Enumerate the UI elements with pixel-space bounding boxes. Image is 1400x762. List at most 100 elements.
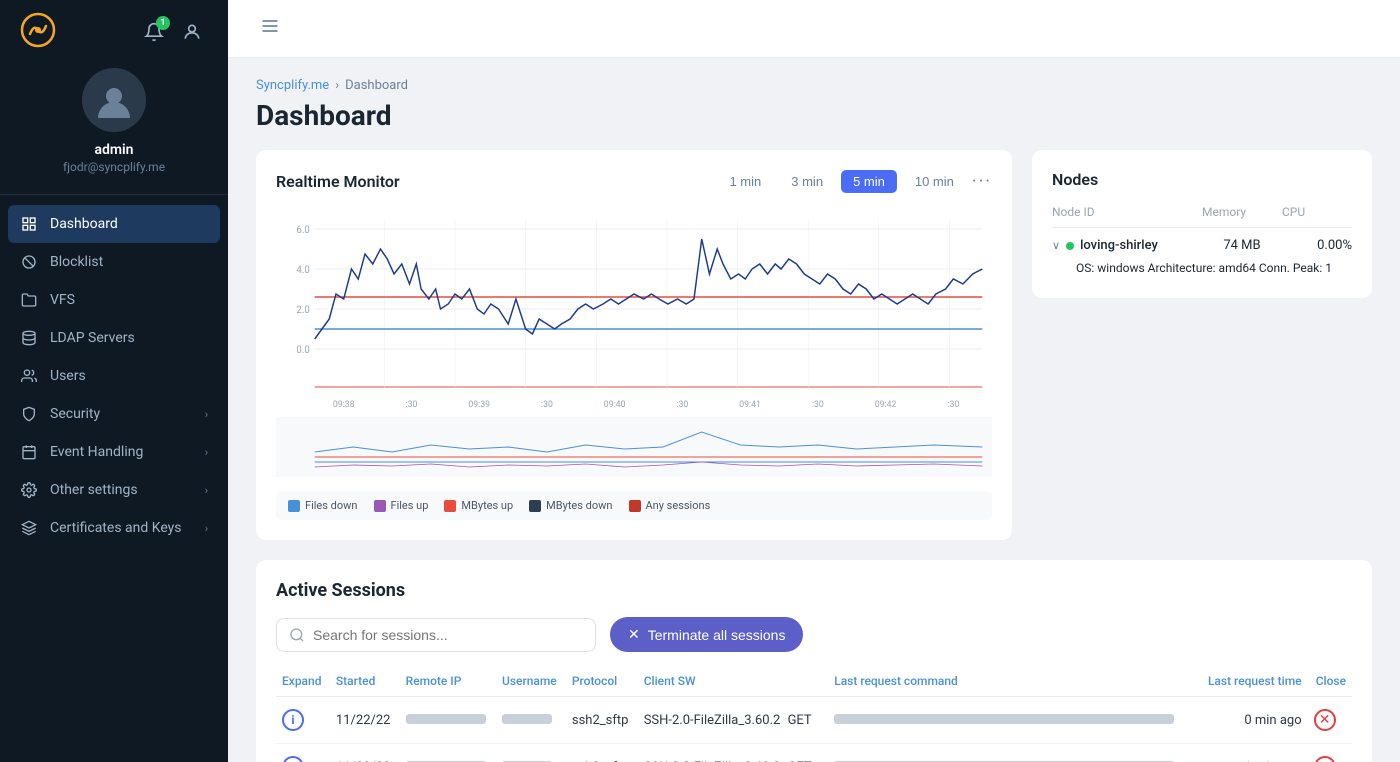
monitor-title: Realtime Monitor bbox=[276, 172, 400, 191]
legend-label-any-sessions: Any sessions bbox=[646, 499, 711, 512]
sidebar-item-blocklist[interactable]: Blocklist bbox=[0, 243, 228, 281]
col-protocol: Protocol bbox=[566, 666, 638, 697]
terminate-all-button[interactable]: ✕ Terminate all sessions bbox=[610, 617, 803, 652]
more-options-button[interactable]: ··· bbox=[972, 171, 992, 192]
row1-started: 11/22/22 bbox=[330, 697, 400, 744]
sidebar-item-certificates[interactable]: Certificates and Keys › bbox=[0, 509, 228, 547]
col-expand: Expand bbox=[276, 666, 330, 697]
sidebar-item-users[interactable]: Users bbox=[0, 357, 228, 395]
search-icon bbox=[289, 627, 305, 643]
dashboard-icon bbox=[20, 215, 38, 233]
time-btn-5min[interactable]: 5 min bbox=[841, 170, 897, 193]
legend-dot-files-down bbox=[288, 500, 300, 512]
row2-ip bbox=[400, 744, 496, 762]
sessions-table-body: i 11/22/22 ssh2_sftp SSH-2.0-FileZilla_3… bbox=[276, 697, 1352, 762]
legend-label-mbytes-up: MBytes up bbox=[461, 499, 513, 512]
time-btn-10min[interactable]: 10 min bbox=[903, 170, 966, 193]
chevron-right-icon2: › bbox=[205, 446, 208, 459]
vfs-icon bbox=[20, 291, 38, 309]
svg-text:4.0: 4.0 bbox=[296, 265, 309, 276]
col-last-cmd: Last request command bbox=[828, 666, 1197, 697]
active-sessions-card: Active Sessions ✕ Terminate all sessions bbox=[256, 560, 1372, 762]
node-arch-label: Architecture: bbox=[1148, 261, 1219, 275]
main-content: Syncplify.me › Dashboard Dashboard Realt… bbox=[228, 0, 1400, 762]
profile-button[interactable] bbox=[176, 16, 208, 48]
svg-text::30: :30 bbox=[541, 400, 553, 409]
row1-expand: i bbox=[276, 697, 330, 744]
sidebar-label-blocklist: Blocklist bbox=[50, 254, 208, 270]
search-input[interactable] bbox=[313, 627, 583, 643]
expand-icon-row1[interactable]: i bbox=[282, 709, 304, 731]
legend-dot-files-up bbox=[374, 500, 386, 512]
notifications-button[interactable]: 1 bbox=[138, 16, 170, 48]
time-btn-3min[interactable]: 3 min bbox=[779, 170, 835, 193]
node-expand-chevron[interactable]: ∨ bbox=[1052, 239, 1060, 252]
expand-icon-row2[interactable]: i bbox=[282, 756, 304, 762]
svg-text::30: :30 bbox=[947, 400, 959, 409]
sidebar-label-users: Users bbox=[50, 368, 208, 384]
legend-dot-mbytes-up bbox=[444, 500, 456, 512]
svg-text:09:41: 09:41 bbox=[739, 400, 761, 409]
svg-text:09:40: 09:40 bbox=[604, 400, 626, 409]
svg-text::30: :30 bbox=[406, 400, 418, 409]
row2-started: 11/22/22 bbox=[330, 744, 400, 762]
node-memory: 74 MB bbox=[1202, 238, 1282, 253]
page-title: Dashboard bbox=[256, 99, 1372, 132]
chevron-right-icon: › bbox=[205, 408, 208, 421]
col-last-time: Last request time bbox=[1197, 666, 1308, 697]
row1-last-time: 0 min ago bbox=[1197, 697, 1308, 744]
cert-icon bbox=[20, 519, 38, 537]
col-started: Started bbox=[330, 666, 400, 697]
sessions-header: Active Sessions bbox=[276, 580, 1352, 601]
monitor-header: Realtime Monitor 1 min 3 min 5 min 10 mi… bbox=[276, 170, 992, 193]
svg-text:6.0: 6.0 bbox=[296, 225, 309, 236]
sessions-controls: ✕ Terminate all sessions bbox=[276, 617, 1352, 652]
row2-last-time: 1 min ago bbox=[1197, 744, 1308, 762]
chevron-right-icon4: › bbox=[205, 522, 208, 535]
row2-username bbox=[496, 744, 566, 762]
hamburger-menu[interactable] bbox=[256, 12, 284, 45]
node-arch-value: amd64 bbox=[1219, 261, 1256, 275]
row2-client-sw: SSH-2.0-FileZilla_3.60.2 GET bbox=[638, 744, 829, 762]
time-btn-1min[interactable]: 1 min bbox=[717, 170, 773, 193]
terminate-x-icon: ✕ bbox=[628, 626, 640, 643]
sidebar-item-dashboard[interactable]: Dashboard bbox=[8, 205, 220, 243]
svg-text:09:42: 09:42 bbox=[875, 400, 897, 409]
settings-icon bbox=[20, 481, 38, 499]
users-icon bbox=[20, 367, 38, 385]
col-client-sw: Client SW bbox=[638, 666, 829, 697]
sessions-table: Expand Started Remote IP Username Protoc… bbox=[276, 666, 1352, 762]
row2-expand: i bbox=[276, 744, 330, 762]
sidebar-item-event-handling[interactable]: Event Handling › bbox=[0, 433, 228, 471]
row1-last-cmd bbox=[828, 697, 1197, 744]
col-close: Close bbox=[1308, 666, 1352, 697]
legend-mbytes-up: MBytes up bbox=[444, 499, 513, 512]
sidebar-item-other-settings[interactable]: Other settings › bbox=[0, 471, 228, 509]
sidebar-label-certificates: Certificates and Keys bbox=[50, 520, 193, 536]
sidebar-label-ldap: LDAP Servers bbox=[50, 330, 208, 346]
notification-badge: 1 bbox=[156, 16, 170, 30]
legend-dot-any-sessions bbox=[629, 500, 641, 512]
node-conn-label: Conn. Peak: bbox=[1259, 261, 1325, 275]
close-btn-row2[interactable]: ✕ bbox=[1314, 756, 1336, 762]
sidebar-item-ldap[interactable]: LDAP Servers bbox=[0, 319, 228, 357]
sidebar-item-security[interactable]: Security › bbox=[0, 395, 228, 433]
sidebar-user-info: admin fjodr@syncplify.me bbox=[0, 52, 228, 195]
search-bar[interactable] bbox=[276, 618, 596, 652]
security-icon bbox=[20, 405, 38, 423]
svg-text:0.0: 0.0 bbox=[296, 345, 309, 356]
nodes-table-header: Node ID Memory CPU bbox=[1052, 205, 1352, 228]
node-name: loving-shirley bbox=[1080, 238, 1158, 253]
breadcrumb-parent[interactable]: Syncplify.me bbox=[256, 78, 329, 93]
nodes-title: Nodes bbox=[1052, 170, 1352, 189]
node-conn-value: 1 bbox=[1325, 261, 1332, 275]
node-row: ∨ loving-shirley 74 MB 0.00% OS: windows… bbox=[1052, 238, 1352, 278]
sidebar: 1 admin fjodr@syncplify.me bbox=[0, 0, 228, 762]
realtime-monitor-card: Realtime Monitor 1 min 3 min 5 min 10 mi… bbox=[256, 150, 1012, 540]
breadcrumb-current: Dashboard bbox=[345, 78, 408, 93]
terminate-btn-label: Terminate all sessions bbox=[648, 627, 786, 643]
close-btn-row1[interactable]: ✕ bbox=[1314, 709, 1336, 731]
sidebar-item-vfs[interactable]: VFS bbox=[0, 281, 228, 319]
row1-client-sw-text: SSH-2.0-FileZilla_3.60.2 bbox=[644, 713, 781, 728]
row1-client-sw: SSH-2.0-FileZilla_3.60.2 GET bbox=[638, 697, 829, 744]
